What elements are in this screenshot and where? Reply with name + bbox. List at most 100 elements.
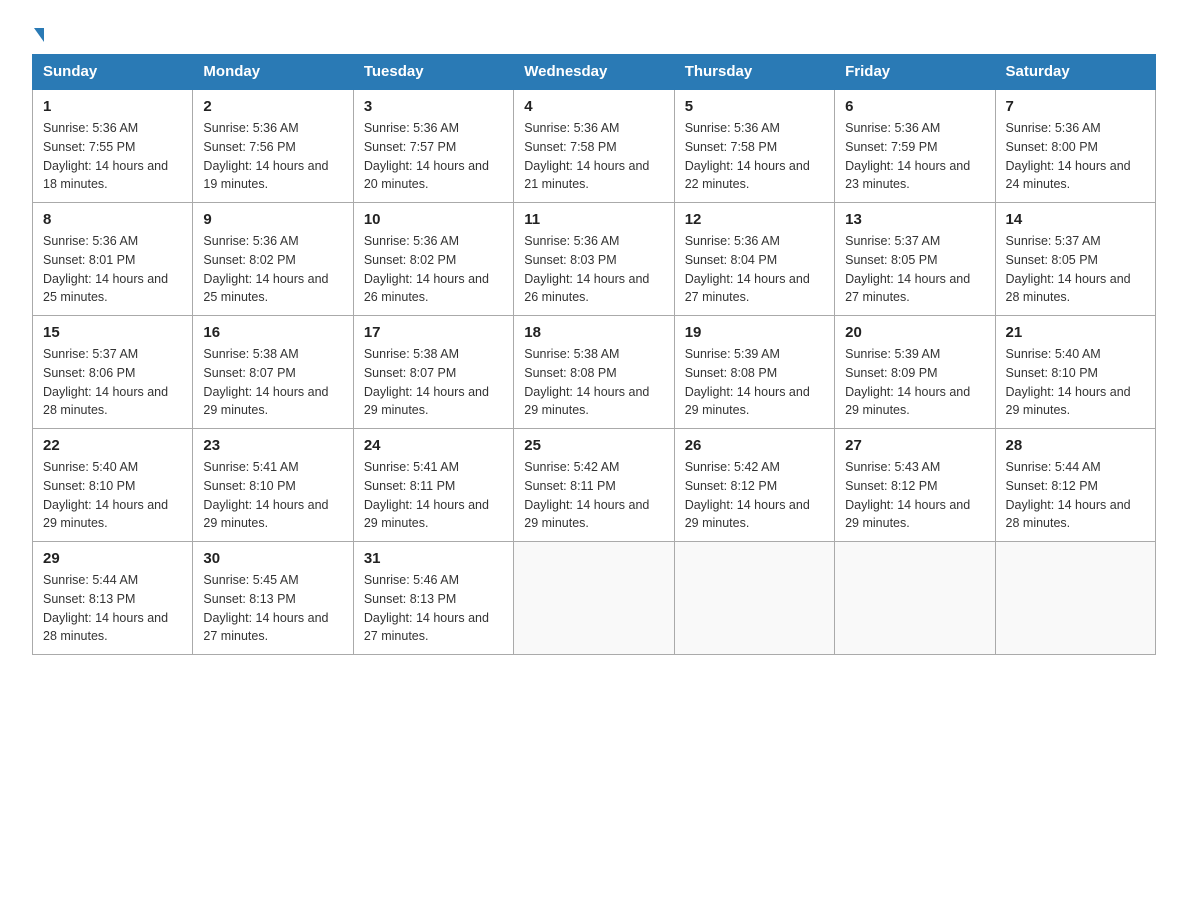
day-info: Sunrise: 5:43 AMSunset: 8:12 PMDaylight:… (845, 458, 984, 533)
day-info: Sunrise: 5:41 AMSunset: 8:10 PMDaylight:… (203, 458, 342, 533)
calendar-day-cell (995, 542, 1155, 655)
day-info: Sunrise: 5:36 AMSunset: 7:55 PMDaylight:… (43, 119, 182, 194)
day-info: Sunrise: 5:37 AMSunset: 8:06 PMDaylight:… (43, 345, 182, 420)
calendar-week-row: 29 Sunrise: 5:44 AMSunset: 8:13 PMDayligh… (33, 542, 1156, 655)
day-number: 21 (1006, 324, 1145, 341)
day-info: Sunrise: 5:40 AMSunset: 8:10 PMDaylight:… (1006, 345, 1145, 420)
day-info: Sunrise: 5:44 AMSunset: 8:13 PMDaylight:… (43, 571, 182, 646)
calendar-table: SundayMondayTuesdayWednesdayThursdayFrid… (32, 54, 1156, 655)
day-info: Sunrise: 5:45 AMSunset: 8:13 PMDaylight:… (203, 571, 342, 646)
day-info: Sunrise: 5:36 AMSunset: 7:57 PMDaylight:… (364, 119, 503, 194)
calendar-day-cell: 10 Sunrise: 5:36 AMSunset: 8:02 PMDayligh… (353, 203, 513, 316)
calendar-day-cell (514, 542, 674, 655)
day-number: 11 (524, 211, 663, 228)
calendar-day-cell: 28Sunrise: 5:44 AMSunset: 8:12 PMDayligh… (995, 429, 1155, 542)
calendar-day-cell: 14Sunrise: 5:37 AMSunset: 8:05 PMDayligh… (995, 203, 1155, 316)
day-number: 17 (364, 324, 503, 341)
logo (32, 28, 45, 42)
day-info: Sunrise: 5:36 AMSunset: 8:01 PMDaylight:… (43, 232, 182, 307)
calendar-day-cell: 12 Sunrise: 5:36 AMSunset: 8:04 PMDayligh… (674, 203, 834, 316)
weekday-header-wednesday: Wednesday (514, 55, 674, 90)
day-info: Sunrise: 5:36 AMSunset: 7:56 PMDaylight:… (203, 119, 342, 194)
day-number: 12 (685, 211, 824, 228)
day-info: Sunrise: 5:42 AMSunset: 8:12 PMDaylight:… (685, 458, 824, 533)
calendar-day-cell: 19 Sunrise: 5:39 AMSunset: 8:08 PMDayligh… (674, 316, 834, 429)
day-number: 27 (845, 437, 984, 454)
weekday-header-thursday: Thursday (674, 55, 834, 90)
calendar-day-cell: 21 Sunrise: 5:40 AMSunset: 8:10 PMDayligh… (995, 316, 1155, 429)
calendar-day-cell: 4 Sunrise: 5:36 AMSunset: 7:58 PMDaylight… (514, 89, 674, 203)
calendar-day-cell: 27 Sunrise: 5:43 AMSunset: 8:12 PMDayligh… (835, 429, 995, 542)
calendar-day-cell: 1 Sunrise: 5:36 AMSunset: 7:55 PMDaylight… (33, 89, 193, 203)
day-info: Sunrise: 5:39 AMSunset: 8:09 PMDaylight:… (845, 345, 984, 420)
calendar-day-cell: 15 Sunrise: 5:37 AMSunset: 8:06 PMDayligh… (33, 316, 193, 429)
day-number: 15 (43, 324, 182, 341)
calendar-week-row: 15 Sunrise: 5:37 AMSunset: 8:06 PMDayligh… (33, 316, 1156, 429)
day-info: Sunrise: 5:36 AMSunset: 7:58 PMDaylight:… (524, 119, 663, 194)
day-number: 1 (43, 98, 182, 115)
day-info: Sunrise: 5:38 AMSunset: 8:08 PMDaylight:… (524, 345, 663, 420)
day-info: Sunrise: 5:42 AMSunset: 8:11 PMDaylight:… (524, 458, 663, 533)
day-number: 6 (845, 98, 984, 115)
day-info: Sunrise: 5:46 AMSunset: 8:13 PMDaylight:… (364, 571, 503, 646)
weekday-header-friday: Friday (835, 55, 995, 90)
weekday-header-tuesday: Tuesday (353, 55, 513, 90)
calendar-day-cell: 20 Sunrise: 5:39 AMSunset: 8:09 PMDayligh… (835, 316, 995, 429)
day-number: 25 (524, 437, 663, 454)
logo-arrow-icon (34, 28, 44, 42)
calendar-day-cell: 30 Sunrise: 5:45 AMSunset: 8:13 PMDayligh… (193, 542, 353, 655)
day-info: Sunrise: 5:36 AMSunset: 8:03 PMDaylight:… (524, 232, 663, 307)
day-info: Sunrise: 5:41 AMSunset: 8:11 PMDaylight:… (364, 458, 503, 533)
calendar-day-cell: 6 Sunrise: 5:36 AMSunset: 7:59 PMDaylight… (835, 89, 995, 203)
day-info: Sunrise: 5:37 AMSunset: 8:05 PMDaylight:… (845, 232, 984, 307)
calendar-week-row: 1 Sunrise: 5:36 AMSunset: 7:55 PMDaylight… (33, 89, 1156, 203)
calendar-day-cell: 22 Sunrise: 5:40 AMSunset: 8:10 PMDayligh… (33, 429, 193, 542)
day-info: Sunrise: 5:36 AMSunset: 8:02 PMDaylight:… (364, 232, 503, 307)
day-info: Sunrise: 5:37 AMSunset: 8:05 PMDaylight:… (1006, 232, 1145, 307)
calendar-day-cell: 17Sunrise: 5:38 AMSunset: 8:07 PMDayligh… (353, 316, 513, 429)
calendar-day-cell (835, 542, 995, 655)
calendar-day-cell: 11 Sunrise: 5:36 AMSunset: 8:03 PMDayligh… (514, 203, 674, 316)
calendar-day-cell (674, 542, 834, 655)
day-number: 5 (685, 98, 824, 115)
day-number: 22 (43, 437, 182, 454)
calendar-week-row: 8 Sunrise: 5:36 AMSunset: 8:01 PMDaylight… (33, 203, 1156, 316)
day-info: Sunrise: 5:40 AMSunset: 8:10 PMDaylight:… (43, 458, 182, 533)
day-number: 16 (203, 324, 342, 341)
day-number: 13 (845, 211, 984, 228)
day-number: 31 (364, 550, 503, 567)
day-info: Sunrise: 5:36 AMSunset: 8:00 PMDaylight:… (1006, 119, 1145, 194)
calendar-day-cell: 24 Sunrise: 5:41 AMSunset: 8:11 PMDayligh… (353, 429, 513, 542)
day-number: 18 (524, 324, 663, 341)
day-number: 29 (43, 550, 182, 567)
day-number: 10 (364, 211, 503, 228)
day-number: 30 (203, 550, 342, 567)
day-info: Sunrise: 5:36 AMSunset: 7:59 PMDaylight:… (845, 119, 984, 194)
calendar-day-cell: 7 Sunrise: 5:36 AMSunset: 8:00 PMDaylight… (995, 89, 1155, 203)
day-number: 4 (524, 98, 663, 115)
day-info: Sunrise: 5:44 AMSunset: 8:12 PMDaylight:… (1006, 458, 1145, 533)
day-number: 8 (43, 211, 182, 228)
day-number: 19 (685, 324, 824, 341)
calendar-day-cell: 16 Sunrise: 5:38 AMSunset: 8:07 PMDayligh… (193, 316, 353, 429)
day-number: 23 (203, 437, 342, 454)
calendar-day-cell: 25 Sunrise: 5:42 AMSunset: 8:11 PMDayligh… (514, 429, 674, 542)
calendar-day-cell: 23 Sunrise: 5:41 AMSunset: 8:10 PMDayligh… (193, 429, 353, 542)
day-number: 7 (1006, 98, 1145, 115)
calendar-day-cell: 26 Sunrise: 5:42 AMSunset: 8:12 PMDayligh… (674, 429, 834, 542)
calendar-day-cell: 18 Sunrise: 5:38 AMSunset: 8:08 PMDayligh… (514, 316, 674, 429)
day-number: 24 (364, 437, 503, 454)
calendar-week-row: 22 Sunrise: 5:40 AMSunset: 8:10 PMDayligh… (33, 429, 1156, 542)
calendar-day-cell: 5Sunrise: 5:36 AMSunset: 7:58 PMDaylight… (674, 89, 834, 203)
day-info: Sunrise: 5:36 AMSunset: 8:02 PMDaylight:… (203, 232, 342, 307)
day-info: Sunrise: 5:38 AMSunset: 8:07 PMDaylight:… (203, 345, 342, 420)
day-number: 26 (685, 437, 824, 454)
day-number: 20 (845, 324, 984, 341)
day-number: 2 (203, 98, 342, 115)
day-info: Sunrise: 5:36 AMSunset: 8:04 PMDaylight:… (685, 232, 824, 307)
page-header (32, 24, 1156, 42)
calendar-day-cell: 3Sunrise: 5:36 AMSunset: 7:57 PMDaylight… (353, 89, 513, 203)
day-info: Sunrise: 5:39 AMSunset: 8:08 PMDaylight:… (685, 345, 824, 420)
calendar-day-cell: 29 Sunrise: 5:44 AMSunset: 8:13 PMDayligh… (33, 542, 193, 655)
calendar-day-cell: 9Sunrise: 5:36 AMSunset: 8:02 PMDaylight… (193, 203, 353, 316)
